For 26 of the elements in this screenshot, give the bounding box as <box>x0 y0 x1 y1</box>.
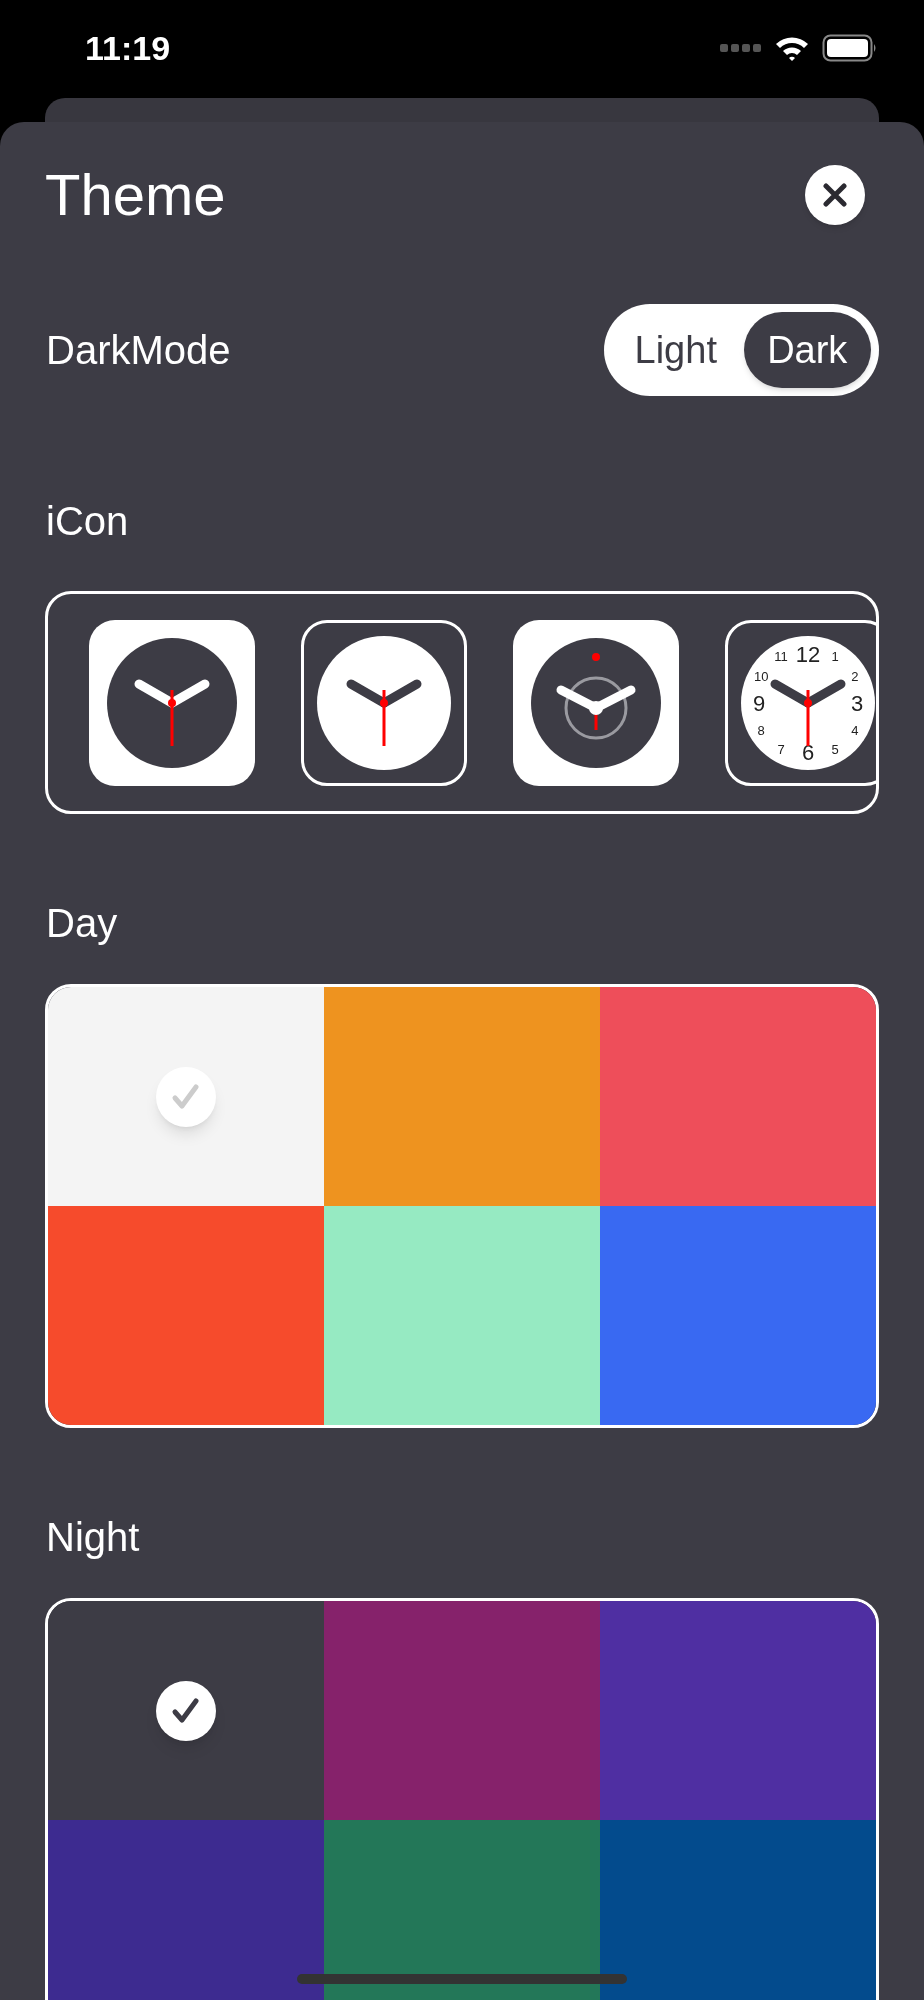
color-swatch[interactable] <box>324 987 600 1206</box>
section-title: Day <box>45 900 119 947</box>
close-icon <box>823 183 847 207</box>
color-swatch[interactable] <box>600 987 876 1206</box>
signal-icon <box>720 42 762 54</box>
color-swatch[interactable] <box>600 1820 876 2000</box>
close-button[interactable] <box>805 165 865 225</box>
color-swatch[interactable] <box>48 987 324 1206</box>
color-swatch[interactable] <box>600 1601 876 1820</box>
clock-icon-option[interactable] <box>513 619 679 786</box>
color-swatch[interactable] <box>324 1206 600 1425</box>
clock-icon-option[interactable] <box>301 619 467 786</box>
color-swatch[interactable] <box>324 1820 600 2000</box>
mode-option[interactable]: Dark <box>743 312 871 388</box>
color-swatch[interactable] <box>324 1601 600 1820</box>
sheet-title: Theme <box>45 166 226 224</box>
section-title: Night <box>45 1514 141 1561</box>
color-swatch[interactable] <box>600 1206 876 1425</box>
mode-option[interactable]: Light <box>612 312 740 388</box>
status-time: 11:19 <box>85 27 171 69</box>
color-swatch[interactable] <box>48 1820 324 2000</box>
battery-icon <box>822 34 878 62</box>
clock-icon-option[interactable] <box>89 619 255 786</box>
section-title: iCon <box>45 498 130 545</box>
dark-mode-label: DarkMode <box>45 327 231 374</box>
color-swatch[interactable] <box>48 1206 324 1425</box>
